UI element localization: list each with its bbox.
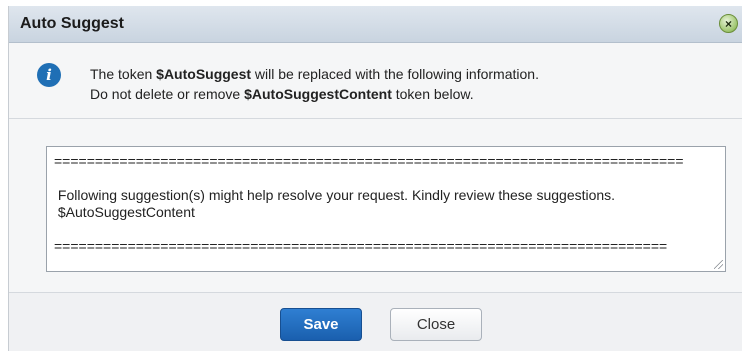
close-button[interactable]: Close — [390, 308, 482, 341]
info-line-1: The token $AutoSuggest will be replaced … — [90, 66, 539, 82]
info-icon: i — [37, 63, 61, 87]
info-message: The token $AutoSuggest will be replaced … — [90, 64, 730, 104]
divider — [9, 118, 742, 119]
dialog-title: Auto Suggest — [20, 15, 124, 32]
info-line-2: Do not delete or remove $AutoSuggestCont… — [90, 86, 474, 102]
token-autosuggestcontent: $AutoSuggestContent — [244, 86, 392, 102]
auto-suggest-dialog: Auto Suggest × i The token $AutoSuggest … — [8, 6, 742, 351]
textarea-text: ========================================… — [54, 153, 684, 254]
resize-handle-icon[interactable] — [714, 260, 723, 269]
close-dialog-icon[interactable]: × — [719, 14, 738, 33]
dialog-footer: Save Close — [9, 292, 742, 351]
dialog-titlebar: Auto Suggest × — [9, 6, 742, 43]
save-button[interactable]: Save — [280, 308, 362, 341]
token-autosuggest: $AutoSuggest — [156, 66, 252, 82]
suggestion-content-textarea[interactable]: ========================================… — [46, 146, 726, 272]
